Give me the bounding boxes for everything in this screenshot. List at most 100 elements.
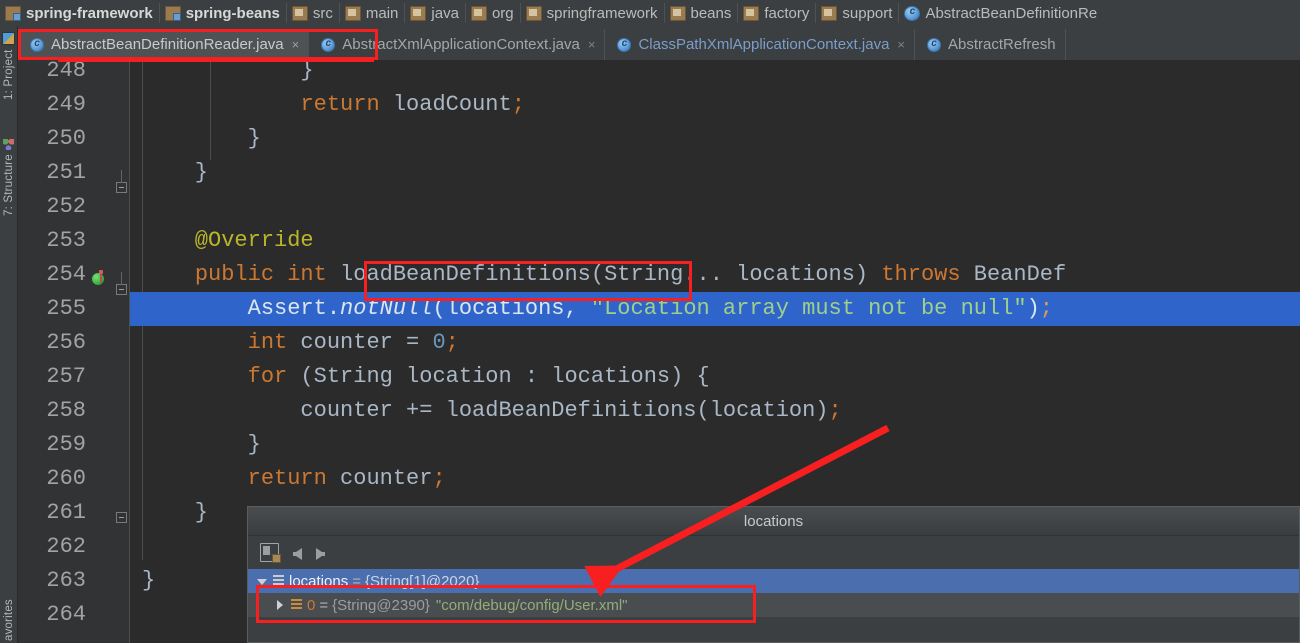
breadcrumb-item-src[interactable]: src bbox=[285, 0, 340, 26]
line-number: 250 bbox=[46, 126, 86, 151]
project-icon bbox=[2, 32, 16, 46]
line-number: 262 bbox=[46, 534, 86, 559]
breadcrumb-item-support[interactable]: support bbox=[815, 0, 899, 26]
code-fold-marker[interactable] bbox=[116, 272, 127, 295]
code-token: int bbox=[247, 330, 288, 355]
debug-tree-row-element-0[interactable]: 0 = {String@2390} "com/debug/config/User… bbox=[248, 593, 1299, 617]
code-token: } bbox=[142, 126, 261, 151]
tool-button-favorites[interactable]: avorites bbox=[0, 581, 18, 643]
debug-tree-row-locations[interactable]: locations = {String[1]@2020} bbox=[248, 569, 1299, 593]
code-token: public bbox=[194, 262, 275, 287]
breadcrumb-label: src bbox=[312, 4, 333, 22]
code-fold-marker[interactable] bbox=[116, 170, 127, 193]
code-token: 0 bbox=[432, 330, 446, 355]
tab-abstract-refresh[interactable]: AbstractRefresh bbox=[915, 29, 1066, 60]
code-token: "Location array must not be null" bbox=[590, 296, 1027, 321]
breadcrumb-item-class[interactable]: AbstractBeanDefinitionRe bbox=[898, 0, 1104, 26]
java-class-icon bbox=[927, 37, 942, 52]
code-fold-marker[interactable] bbox=[116, 512, 127, 523]
folder-icon bbox=[525, 5, 542, 21]
breadcrumb-item-org[interactable]: org bbox=[464, 0, 521, 26]
code-token: } bbox=[142, 568, 156, 593]
code-token: ; bbox=[432, 466, 446, 491]
java-class-icon bbox=[904, 5, 921, 21]
popup-title: locations bbox=[743, 513, 804, 530]
breadcrumb-item-spring-beans[interactable]: spring-beans bbox=[158, 0, 287, 26]
breadcrumb-item-java[interactable]: java bbox=[404, 0, 466, 26]
breadcrumb-item-factory[interactable]: factory bbox=[737, 0, 816, 26]
code-token: (locations, bbox=[432, 296, 591, 321]
code-token: ; bbox=[1039, 296, 1053, 321]
code-token: } bbox=[142, 60, 314, 83]
code-token: ; bbox=[511, 92, 525, 117]
line-number: 255 bbox=[46, 296, 86, 321]
code-token: counter = bbox=[287, 330, 433, 355]
code-line: public int loadBeanDefinitions(String...… bbox=[130, 258, 1066, 292]
code-line: } bbox=[130, 428, 261, 462]
breadcrumb-label: AbstractBeanDefinitionRe bbox=[925, 4, 1098, 22]
chevron-down-icon[interactable] bbox=[256, 575, 268, 587]
code-line: @Override bbox=[130, 224, 314, 258]
tab-abstract-bean-definition-reader[interactable]: AbstractBeanDefinitionReader.java × bbox=[18, 29, 310, 60]
array-element-icon bbox=[291, 599, 302, 611]
breakpoint-marker[interactable] bbox=[92, 270, 106, 286]
breakpoint-icon bbox=[92, 273, 104, 285]
close-icon[interactable]: × bbox=[588, 38, 596, 51]
breadcrumb-item-main[interactable]: main bbox=[338, 0, 406, 26]
line-number: 259 bbox=[46, 432, 86, 457]
line-number: 264 bbox=[46, 602, 86, 627]
array-variable-icon bbox=[273, 575, 284, 587]
editor-gutter[interactable]: 248 249 250 251 252 253 254 255 256 257 … bbox=[18, 60, 130, 643]
tool-button-label: avorites bbox=[3, 599, 15, 641]
line-number: 251 bbox=[46, 160, 86, 185]
forward-arrow-icon[interactable] bbox=[316, 548, 325, 560]
code-token: counter += loadBeanDefinitions(location) bbox=[142, 398, 829, 423]
breadcrumb-label: spring-beans bbox=[185, 4, 280, 22]
close-icon[interactable]: × bbox=[292, 38, 300, 51]
tool-button-project[interactable]: 1: Project bbox=[0, 28, 18, 102]
debug-value-popup[interactable]: locations locations = {String[1]@2020} 0… bbox=[247, 506, 1300, 643]
line-number: 254 bbox=[46, 262, 86, 287]
variable-type: {String[1]@2020} bbox=[364, 572, 480, 590]
breadcrumb-label: support bbox=[842, 4, 893, 22]
code-token: ) bbox=[1026, 296, 1040, 321]
code-line: return loadCount; bbox=[130, 88, 525, 122]
intellij-idea-window: spring-framework spring-beans src main j… bbox=[0, 0, 1300, 643]
breadcrumb-label: springframework bbox=[546, 4, 658, 22]
module-icon bbox=[5, 5, 21, 21]
line-number: 258 bbox=[46, 398, 86, 423]
variable-name: locations bbox=[289, 572, 349, 590]
tab-abstract-xml-application-context[interactable]: AbstractXmlApplicationContext.java × bbox=[309, 29, 606, 60]
line-number: 257 bbox=[46, 364, 86, 389]
code-line: int counter = 0; bbox=[130, 326, 459, 360]
code-token: ; bbox=[445, 330, 459, 355]
code-token: counter bbox=[326, 466, 433, 491]
breadcrumb: spring-framework spring-beans src main j… bbox=[0, 0, 1300, 26]
back-arrow-icon[interactable] bbox=[293, 548, 302, 560]
code-token: } bbox=[142, 160, 209, 185]
tab-class-path-xml-application-context[interactable]: ClassPathXmlApplicationContext.java × bbox=[605, 29, 916, 60]
code-token: loadCount bbox=[379, 92, 512, 117]
breadcrumb-item-beans[interactable]: beans bbox=[663, 0, 739, 26]
tool-button-label: 1: Project bbox=[3, 49, 15, 100]
breadcrumb-item-springframework[interactable]: springframework bbox=[519, 0, 665, 26]
add-to-watches-icon[interactable] bbox=[260, 543, 281, 563]
equals-sign: = bbox=[352, 572, 361, 590]
close-icon[interactable]: × bbox=[897, 38, 905, 51]
code-token: notNull bbox=[340, 296, 433, 321]
module-icon bbox=[164, 5, 181, 21]
code-line: return counter; bbox=[130, 462, 446, 496]
breadcrumb-item-spring-framework[interactable]: spring-framework bbox=[0, 0, 160, 26]
left-tool-window-strip: 1: Project 7: Structure avorites bbox=[0, 26, 18, 643]
folder-icon bbox=[470, 5, 487, 21]
tool-button-structure[interactable]: 7: Structure bbox=[0, 122, 18, 218]
chevron-right-icon[interactable] bbox=[274, 599, 286, 611]
code-token: (String... locations) bbox=[590, 262, 882, 287]
